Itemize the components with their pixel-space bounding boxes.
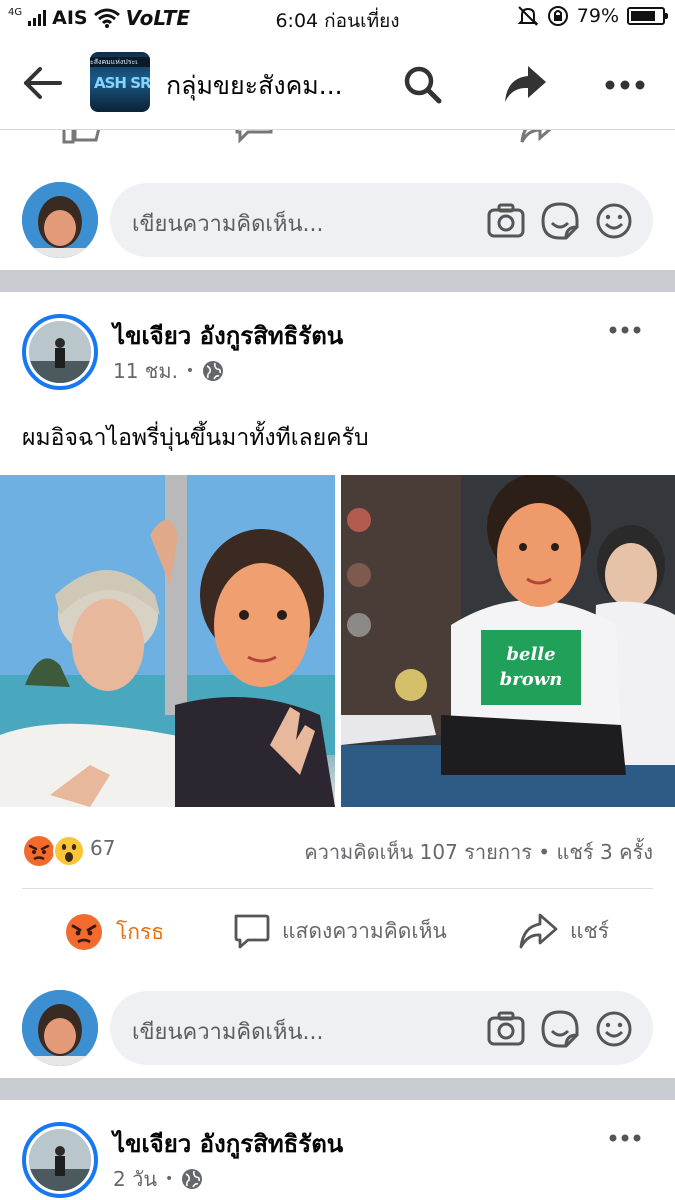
more-icon xyxy=(605,80,645,90)
header-more-button[interactable] xyxy=(600,62,650,108)
battery-fill xyxy=(631,11,655,21)
react-button[interactable]: โกรธ xyxy=(64,912,164,952)
comment-input[interactable]: เขียนความคิดเห็น... xyxy=(110,183,653,257)
more-icon xyxy=(609,326,641,334)
thumbnail-band-text: ะสังคมแห่งประเ xyxy=(90,57,150,67)
photo-right-art: belle brown xyxy=(341,475,675,807)
share-icon xyxy=(520,130,552,143)
back-button[interactable] xyxy=(20,60,66,106)
wow-reaction-icon xyxy=(53,835,85,867)
post-author-name[interactable]: ไขเจียว อังกูรสิทธิรัตน xyxy=(113,1124,343,1163)
more-icon xyxy=(609,1134,641,1142)
profile-photo xyxy=(22,182,98,258)
comment-button[interactable]: แสดงความคิดเห็น xyxy=(232,912,447,950)
avatar-photo xyxy=(29,1129,91,1191)
camera-icon[interactable] xyxy=(486,201,526,241)
my-avatar[interactable] xyxy=(22,182,98,258)
angry-icon xyxy=(66,914,102,950)
react-label: โกรธ xyxy=(116,919,165,944)
comment-input[interactable]: เขียนความคิดเห็น... xyxy=(110,991,653,1065)
app-header: ะสังคมแห่งประเ ASH SRO กลุ่มขยะสังคม... xyxy=(0,36,675,130)
post-photo-left[interactable] xyxy=(0,475,335,807)
group-thumbnail[interactable]: ะสังคมแห่งประเ ASH SRO xyxy=(90,52,150,112)
post-time[interactable]: 11 ชม. xyxy=(113,355,178,387)
comment-placeholder: เขียนความคิดเห็น... xyxy=(132,1020,324,1045)
avatar-photo-art xyxy=(29,321,91,383)
comment-composer: เขียนความคิดเห็น... xyxy=(0,178,675,268)
sticker-icon[interactable] xyxy=(540,201,580,241)
status-right: 79% xyxy=(517,5,668,27)
shirt-text: belle xyxy=(506,644,555,665)
group-title[interactable]: กลุ่มขยะสังคม... xyxy=(166,66,376,106)
post-meta: 11 ชม. • xyxy=(113,355,224,387)
meta-dot: • xyxy=(185,363,195,379)
comment-placeholder: เขียนความคิดเห็น... xyxy=(132,212,324,237)
globe-icon xyxy=(203,361,224,381)
comment-composer: เขียนความคิดเห็น... xyxy=(0,986,675,1076)
avatar-photo xyxy=(29,321,91,383)
battery-icon xyxy=(627,7,668,25)
share-label: แชร์ xyxy=(570,918,610,943)
post-time[interactable]: 2 วัน xyxy=(113,1163,157,1195)
search-icon xyxy=(404,66,442,104)
comment-icon xyxy=(235,130,273,144)
post-meta: 2 วัน • xyxy=(113,1163,203,1195)
globe-icon xyxy=(182,1169,203,1189)
sticker-icon[interactable] xyxy=(540,1009,580,1049)
emoji-icon[interactable] xyxy=(594,1009,634,1049)
post-text: ผมอิจฉาไอพรี่บุ่นขึ้นมาทั้งทีเลยครับ xyxy=(22,425,369,451)
comment-share-stats[interactable]: ความคิดเห็น 107 รายการ • แชร์ 3 ครั้ง xyxy=(304,836,653,868)
post-more-button[interactable] xyxy=(606,1128,646,1148)
search-button[interactable] xyxy=(400,62,446,108)
post-author-avatar[interactable] xyxy=(22,314,98,390)
previous-post-actions xyxy=(0,130,675,148)
feed-separator xyxy=(0,270,675,292)
reaction-count: 67 xyxy=(90,836,116,860)
status-bar: 4G AIS VoLTE 6:04 ก่อนเที่ยง 79% xyxy=(0,0,675,36)
post-more-button[interactable] xyxy=(606,320,646,340)
comment-label: แสดงความคิดเห็น xyxy=(282,918,447,943)
share-icon xyxy=(505,66,546,102)
angry-reaction-icon xyxy=(24,836,54,866)
divider xyxy=(22,888,653,889)
mute-bell-icon xyxy=(517,6,539,26)
feed-separator xyxy=(0,1078,675,1100)
like-icon xyxy=(62,130,101,144)
reaction-summary[interactable]: 67 ความคิดเห็น 107 รายการ • แชร์ 3 ครั้ง xyxy=(0,830,675,870)
post-action-bar: โกรธ แสดงความคิดเห็น แชร์ xyxy=(0,900,675,966)
shirt-text-2: brown xyxy=(500,669,563,690)
photo-left-art xyxy=(0,475,335,807)
share-icon xyxy=(519,913,558,949)
post-author-name[interactable]: ไขเจียว อังกูรสิทธิรัตน xyxy=(113,316,343,355)
thumbnail-logo-text: ASH SRO xyxy=(94,74,150,92)
meta-dot: • xyxy=(164,1171,174,1187)
comment-icon xyxy=(234,914,270,949)
avatar-photo-art xyxy=(29,1129,91,1191)
battery-percent: 79% xyxy=(576,5,619,27)
emoji-icon[interactable] xyxy=(594,201,634,241)
profile-photo xyxy=(22,990,98,1066)
post-author-avatar[interactable] xyxy=(22,1122,98,1198)
my-avatar[interactable] xyxy=(22,990,98,1066)
post-photo-right[interactable]: belle brown xyxy=(341,475,675,807)
arrow-left-icon xyxy=(24,67,62,99)
share-button[interactable]: แชร์ xyxy=(518,912,609,950)
camera-icon[interactable] xyxy=(486,1009,526,1049)
rotation-lock-icon xyxy=(547,6,568,26)
header-share-button[interactable] xyxy=(500,60,550,106)
